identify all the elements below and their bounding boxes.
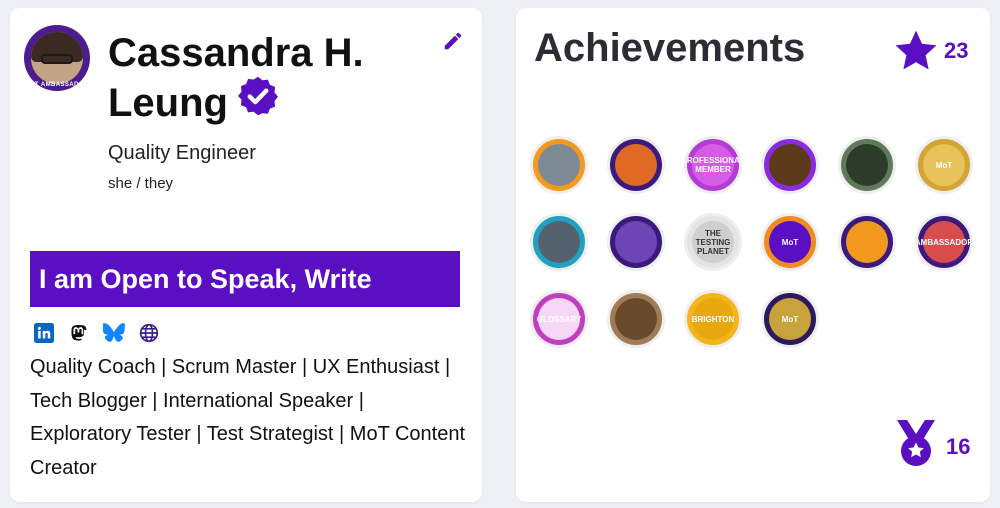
badge-artwork: AMBASSADOR [918, 221, 970, 263]
phone-badge[interactable]: MoT [761, 213, 819, 271]
testing-planet-badge[interactable]: THE TESTING PLANET [684, 213, 742, 271]
robot-badge[interactable] [530, 136, 588, 194]
star-count: 23 [944, 38, 969, 63]
badge-artwork [615, 298, 657, 340]
badges-grid: PROFESSIONAL MEMBER MoT THE TESTING PLANET… [530, 136, 973, 348]
badge-artwork: PROFESSIONAL MEMBER [687, 144, 739, 186]
achievements-card: Achievements 23 PROFESSIONAL MEMBER MoT TH… [516, 8, 990, 502]
linkedin-icon[interactable] [32, 321, 56, 345]
badge-artwork: BRIGHTON [692, 298, 734, 340]
badge-artwork [846, 221, 888, 263]
edit-pencil-icon[interactable] [442, 30, 464, 52]
mastodon-icon[interactable] [67, 321, 91, 345]
testbash-brighton-badge[interactable]: BRIGHTON [684, 290, 742, 348]
globe-icon[interactable] [137, 321, 161, 345]
graduate-robot-badge[interactable] [530, 213, 588, 271]
medal-count: 16 [946, 434, 971, 459]
profile-card: MoT AMBASSADOR Cassandra H. Leung Qualit… [10, 8, 482, 502]
testbash-planet-badge[interactable] [607, 136, 665, 194]
star-icon [892, 27, 940, 75]
badge-artwork [615, 144, 657, 186]
badge-artwork: MoT [769, 221, 811, 263]
mot-gold-badge[interactable]: MoT [761, 290, 819, 348]
badge-artwork: GLOSSARY [537, 298, 581, 340]
avatar-ring-text: MoT AMBASSADOR [25, 82, 89, 88]
social-links [32, 321, 161, 345]
ambassador-badge[interactable]: AMBASSADOR [915, 213, 973, 271]
profile-name-line1: Cassandra H. [108, 31, 364, 75]
profile-name: Cassandra H. Leung [108, 28, 428, 130]
badge-artwork: MoT [923, 144, 965, 186]
certification-badge[interactable]: MoT [915, 136, 973, 194]
avatar[interactable]: MoT AMBASSADOR [24, 25, 90, 91]
open-to-banner: I am Open to Speak, Write [30, 251, 460, 307]
profile-pronouns: she / they [108, 175, 174, 192]
profile-role: Quality Engineer [108, 142, 256, 164]
bluesky-icon[interactable] [102, 321, 126, 345]
glossary-badge[interactable]: GLOSSARY [530, 290, 588, 348]
camera-badge[interactable] [607, 290, 665, 348]
owl-badge[interactable] [838, 213, 896, 271]
profile-name-line2: Leung [108, 81, 228, 125]
achievements-title: Achievements [534, 26, 806, 70]
meetup-badge[interactable] [761, 136, 819, 194]
badge-artwork [846, 144, 888, 186]
profile-bio: Quality Coach | Scrum Master | UX Enthus… [30, 356, 466, 479]
badge-artwork [538, 144, 580, 186]
avatar-photo [31, 32, 83, 84]
badge-artwork: MoT [769, 298, 811, 340]
badge-artwork [538, 221, 580, 263]
verified-icon [236, 74, 280, 130]
badge-artwork: THE TESTING PLANET [692, 221, 734, 263]
professional-member-badge[interactable]: PROFESSIONAL MEMBER [684, 136, 742, 194]
speaker-badge[interactable] [607, 213, 665, 271]
medal-icon [893, 418, 939, 468]
profile-name-line2-wrap: Leung [108, 77, 428, 130]
badge-artwork [769, 144, 811, 186]
compass-badge[interactable] [838, 136, 896, 194]
badge-artwork [615, 221, 657, 263]
